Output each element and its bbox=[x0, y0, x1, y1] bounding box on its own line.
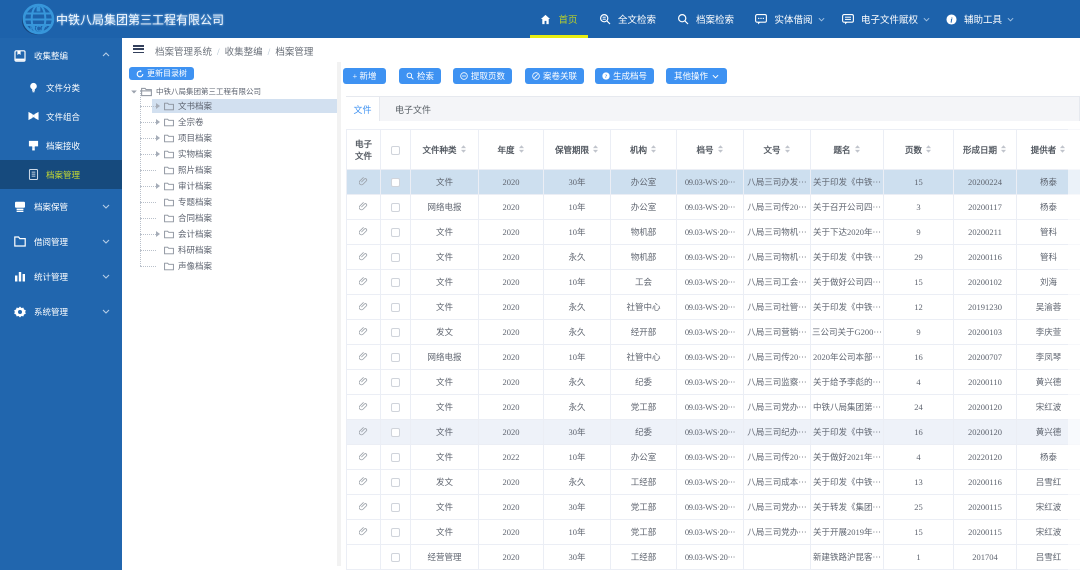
svg-text:?: ? bbox=[605, 74, 608, 80]
svg-text:RCC: RCC bbox=[30, 25, 48, 34]
